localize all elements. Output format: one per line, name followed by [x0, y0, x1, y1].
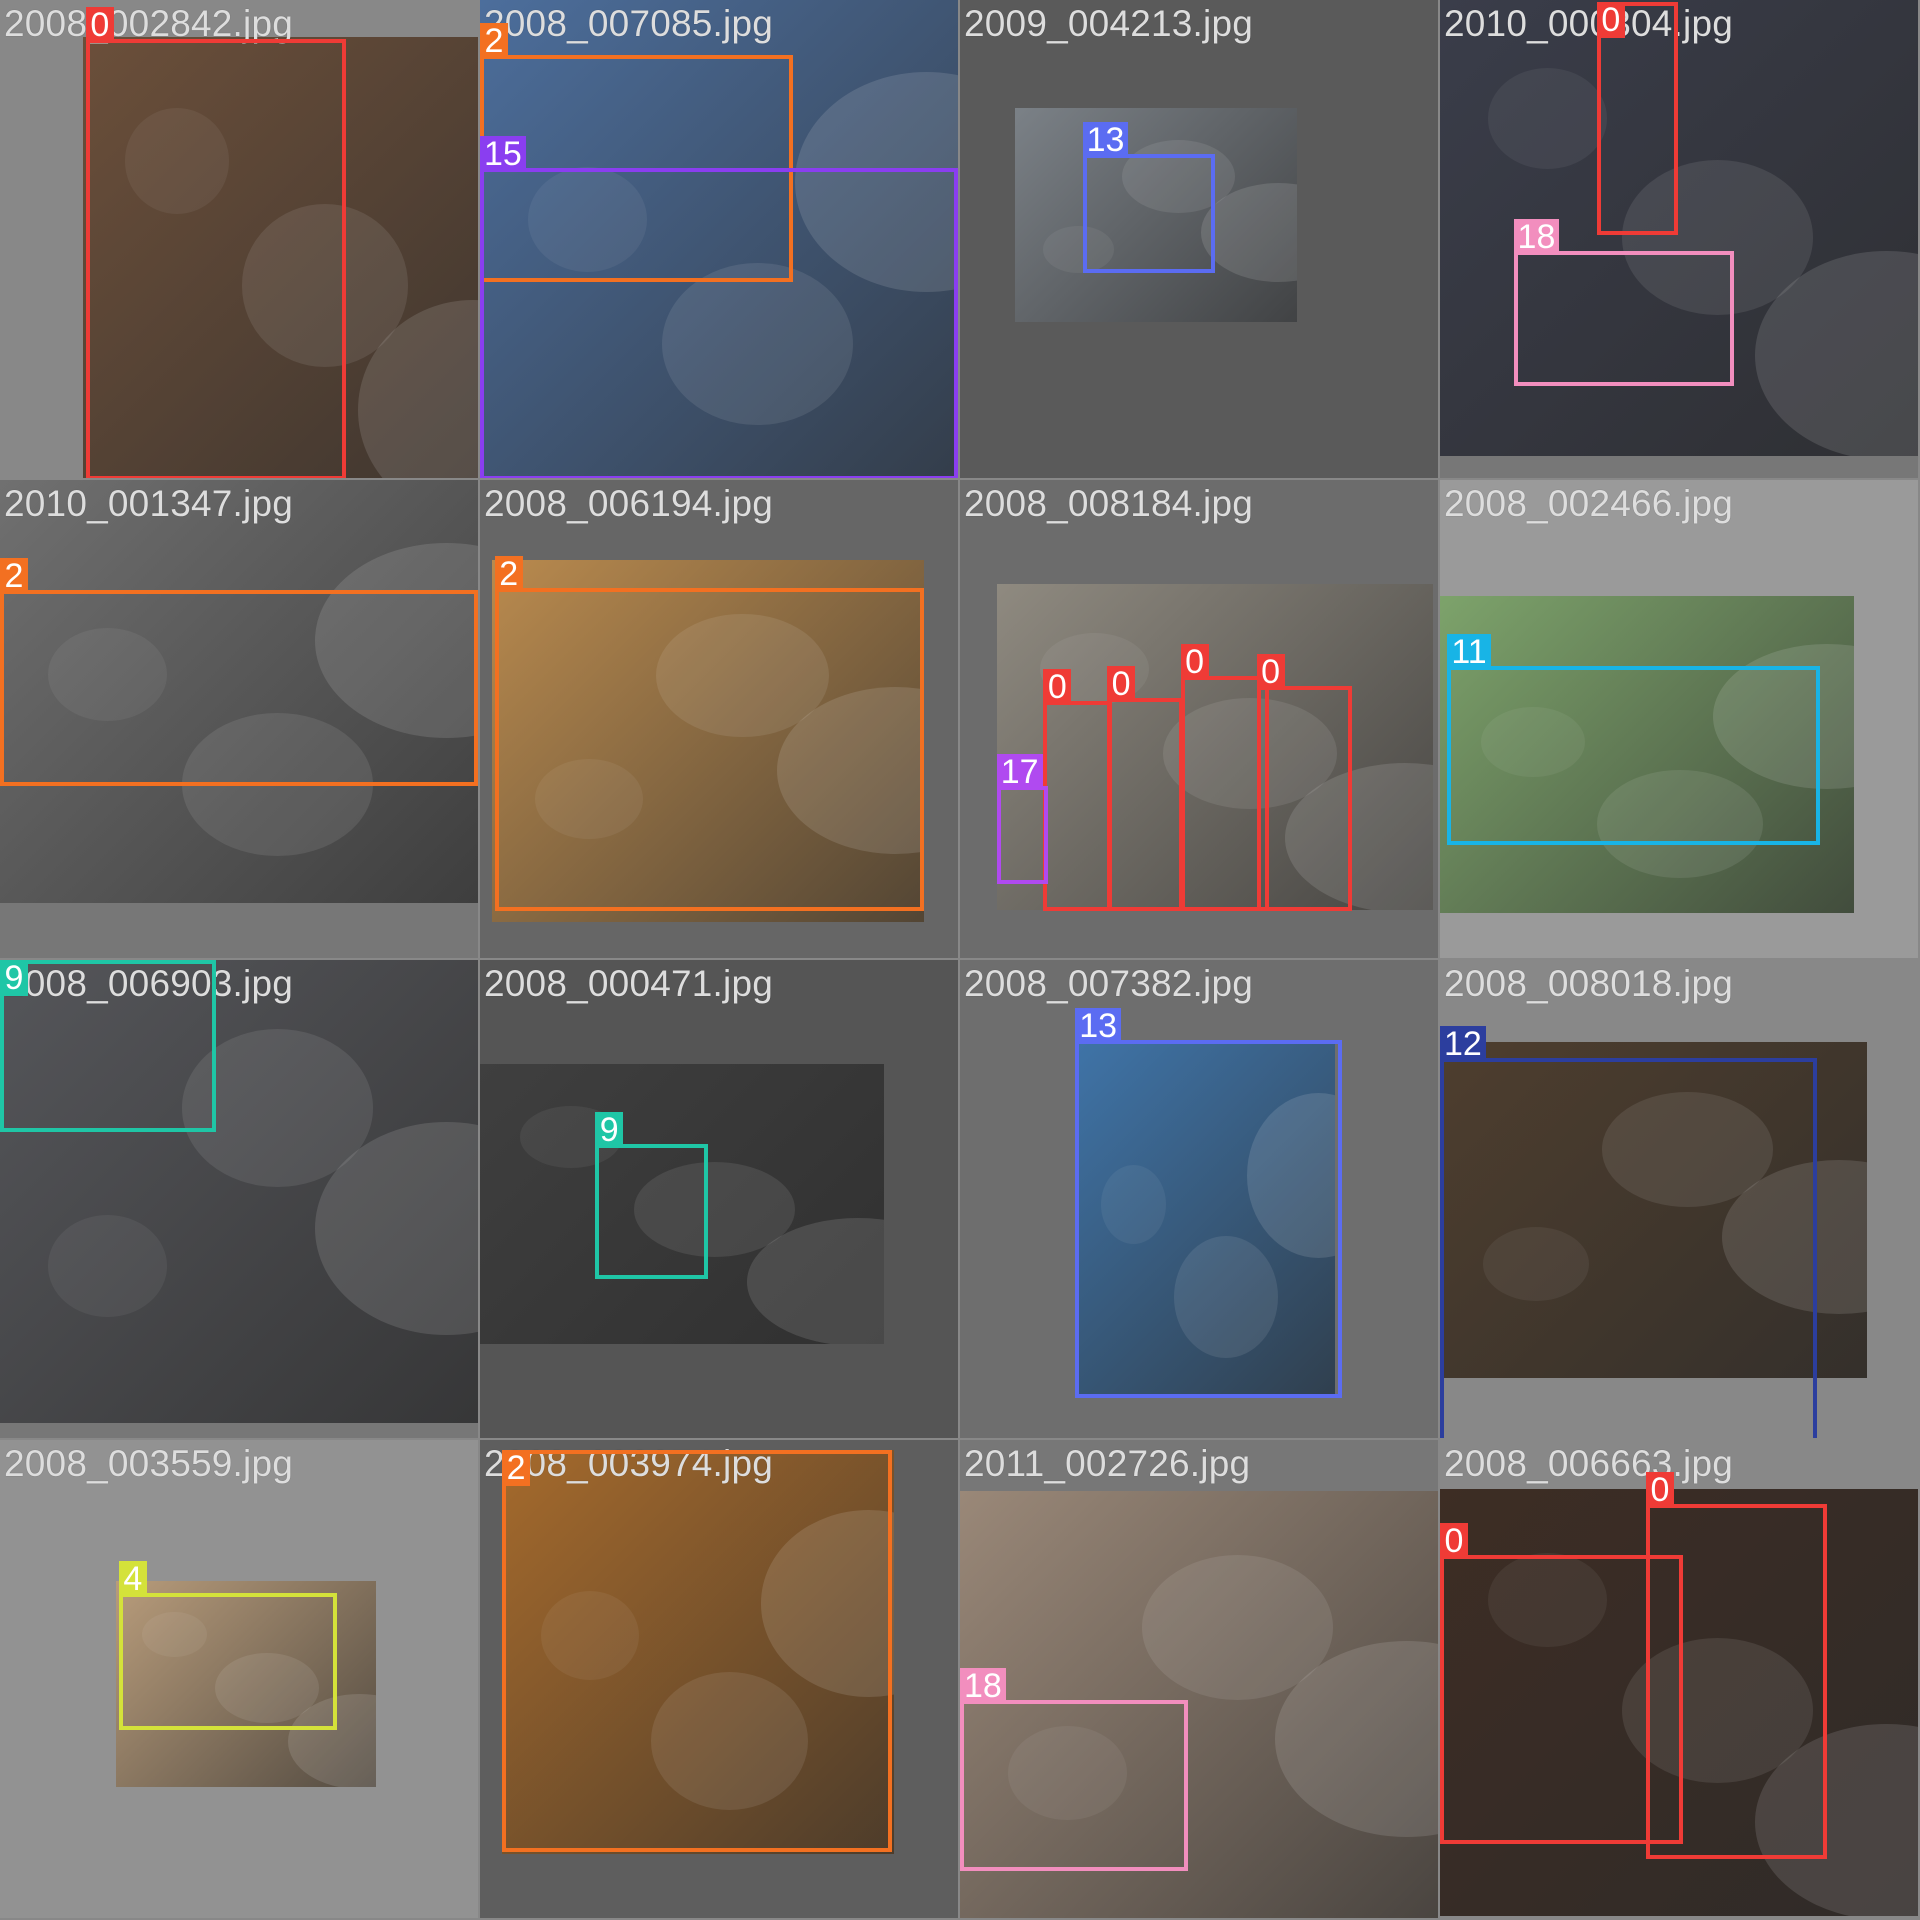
class-label-tag: 0 [1645, 1471, 1674, 1508]
tile-filename: 2011_002726.jpg [964, 1443, 1251, 1484]
class-label-tag: 17 [996, 754, 1043, 791]
mosaic-tile[interactable]: 2008_006194.jpg 2 [480, 480, 958, 958]
class-label-tag: 0 [1043, 668, 1072, 705]
mosaic-tile[interactable]: 2008_007382.jpg 13 [960, 960, 1438, 1438]
detection-box[interactable]: 12 [1440, 1026, 1818, 1438]
class-label-tag: 2 [494, 555, 523, 592]
detection-box[interactable]: 0 [1043, 668, 1112, 912]
photo-texture [47, 1214, 168, 1317]
class-label-tag: 13 [1075, 1007, 1122, 1044]
tile-filename: 2008_002466.jpg [1444, 483, 1734, 524]
detection-box[interactable]: 0 [1596, 2, 1678, 236]
class-label-tag: 0 [1180, 644, 1209, 681]
class-label-tag: 0 [1596, 2, 1625, 39]
mosaic-tile[interactable]: 2008_006903.jpg 9 [0, 960, 478, 1438]
detection-box[interactable]: 18 [960, 1667, 1188, 1872]
class-label-tag: 2 [480, 23, 508, 60]
class-label-tag: 0 [1440, 1523, 1468, 1560]
tile-photo [1440, 0, 1918, 456]
mosaic-tile[interactable]: 2009_004213.jpg 13 [960, 0, 1438, 478]
class-label-tag: 0 [85, 7, 114, 44]
tile-filename: 2008_002842.jpg [4, 3, 294, 44]
detection-box[interactable]: 0 [1645, 1471, 1828, 1860]
detection-box[interactable]: 4 [118, 1561, 338, 1731]
tile-filename: 2008_000471.jpg [484, 963, 774, 1004]
mosaic-tile[interactable]: 2008_003559.jpg 4 [0, 1440, 478, 1918]
detection-box[interactable]: 13 [1075, 1007, 1343, 1398]
class-label-tag: 12 [1440, 1026, 1486, 1063]
detection-box[interactable]: 18 [1513, 219, 1735, 387]
detection-box[interactable]: 13 [1082, 122, 1215, 274]
detection-box[interactable]: 17 [996, 754, 1049, 885]
mosaic-tile[interactable]: 2008_007085.jpg 2 15 [480, 0, 958, 478]
detection-box[interactable]: 9 [0, 960, 216, 1132]
mosaic-tile[interactable]: 2008_006663.jpg 0 0 [1440, 1440, 1918, 1918]
class-label-tag: 18 [960, 1667, 1006, 1704]
detection-box[interactable]: 0 [1180, 644, 1269, 912]
detection-box[interactable]: 2 [494, 555, 924, 912]
detection-box[interactable]: 2 [0, 558, 478, 787]
class-label-tag: 15 [480, 135, 526, 172]
mosaic-tile[interactable]: 2008_002466.jpg 11 [1440, 480, 1918, 958]
detection-box[interactable]: 11 [1447, 634, 1820, 846]
tile-filename: 2008_007382.jpg [964, 963, 1254, 1004]
class-label-tag: 11 [1447, 634, 1491, 671]
detection-box[interactable]: 9 [595, 1111, 708, 1279]
class-label-tag: 9 [595, 1111, 624, 1148]
class-label-tag: 2 [0, 558, 28, 595]
detection-box[interactable]: 0 [1256, 653, 1353, 912]
class-label-tag: 13 [1082, 122, 1129, 159]
class-label-tag: 0 [1107, 666, 1136, 703]
detection-box[interactable]: 15 [480, 135, 958, 478]
detection-box[interactable]: 0 [85, 7, 346, 478]
class-label-tag: 18 [1513, 219, 1560, 256]
class-label-tag: 4 [118, 1561, 147, 1598]
mosaic-tile[interactable]: 2008_002842.jpg 0 [0, 0, 478, 478]
class-label-tag: 2 [502, 1449, 531, 1486]
tile-filename: 2008_006194.jpg [484, 483, 774, 524]
tile-filename: 2008_008018.jpg [1444, 963, 1734, 1004]
tile-filename: 2008_008184.jpg [964, 483, 1254, 524]
mosaic-tile[interactable]: 2008_000471.jpg 9 [480, 960, 958, 1438]
mosaic-tile[interactable]: 2008_008018.jpg 12 [1440, 960, 1918, 1438]
mosaic-tile[interactable]: 2011_002726.jpg 18 [960, 1440, 1438, 1918]
tile-filename: 2008_007085.jpg [484, 3, 774, 44]
mosaic-tile[interactable]: 2010_001347.jpg 2 [0, 480, 478, 958]
tile-filename: 2008_006663.jpg [1444, 1443, 1734, 1484]
class-label-tag: 0 [1256, 653, 1285, 690]
mosaic-tile[interactable]: 2008_003974.jpg 2 [480, 1440, 958, 1918]
tile-filename: 2010_000304.jpg [1444, 3, 1734, 44]
tile-filename: 2010_001347.jpg [4, 483, 294, 524]
tile-filename: 2009_004213.jpg [964, 3, 1254, 44]
photo-texture [1487, 68, 1608, 169]
mosaic-tile[interactable]: 2010_000304.jpg 0 18 [1440, 0, 1918, 478]
detection-box[interactable]: 0 [1107, 666, 1184, 912]
mosaic-grid: 2008_002842.jpg 0 2008_007085.jpg 2 15 2009_0… [0, 0, 1920, 1920]
class-label-tag: 9 [0, 960, 28, 996]
detection-box[interactable]: 2 [502, 1449, 892, 1852]
mosaic-tile[interactable]: 2008_008184.jpg 0 0 0 0 17 [960, 480, 1438, 958]
tile-filename: 2008_003559.jpg [4, 1443, 294, 1484]
